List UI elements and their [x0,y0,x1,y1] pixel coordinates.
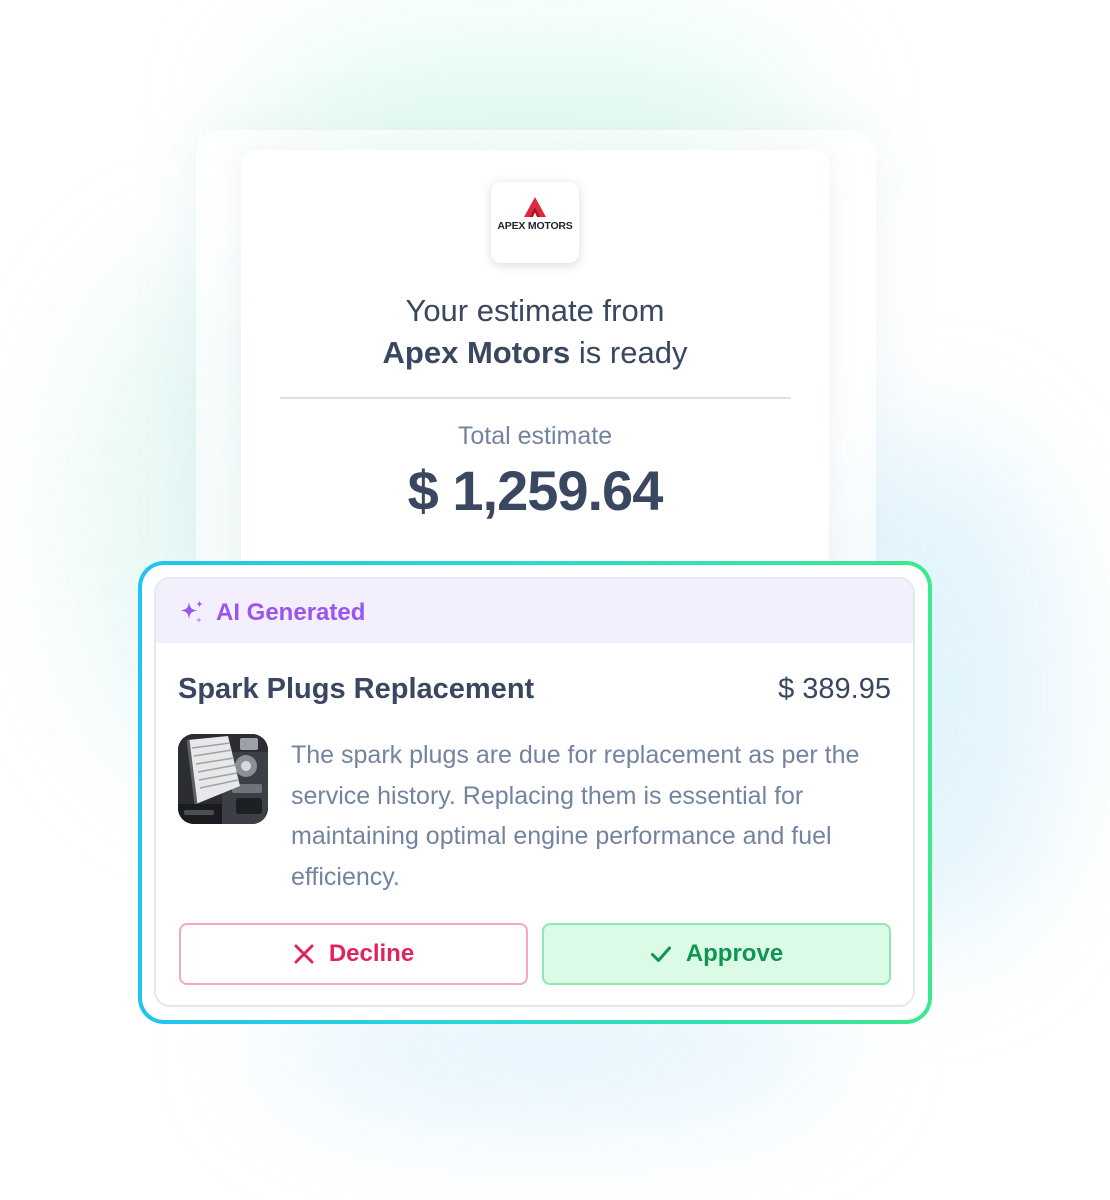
total-estimate-value: $ 1,259.64 [407,459,664,522]
approve-button[interactable]: Approve [542,923,891,985]
total-estimate-label: Total estimate [457,422,613,450]
ai-generated-header: AI Generated [156,579,913,643]
brand-logo-text: APEX MOTORS [497,220,573,232]
brand-logo: APEX MOTORS [491,182,579,263]
headline-line-1: Your estimate from [405,293,665,328]
ai-recommendation-card: AI Generated Spark Plugs Replacement $ 3… [154,577,915,1007]
sparkle-icon [180,600,203,623]
headline-line-2: Apex Motors is ready [241,332,829,374]
headline-suffix: is ready [570,335,688,370]
service-item-price: $ 389.95 [778,673,891,705]
check-icon [650,946,671,962]
service-item-title: Spark Plugs Replacement [178,673,535,705]
divider [280,397,791,399]
ai-generated-label: AI Generated [216,599,366,626]
service-item-thumbnail [178,734,268,824]
decline-button-label: Decline [328,940,415,967]
estimate-headline: Your estimate from Apex Motors is ready [241,290,829,374]
approve-button-label: Approve [685,940,784,967]
decline-button[interactable]: Decline [179,923,528,985]
service-item-description: The spark plugs are due for replacement … [291,741,860,891]
close-icon [294,944,314,964]
engine-photo [178,734,268,824]
apex-a-icon [524,197,546,217]
headline-shop-name: Apex Motors [382,335,571,370]
